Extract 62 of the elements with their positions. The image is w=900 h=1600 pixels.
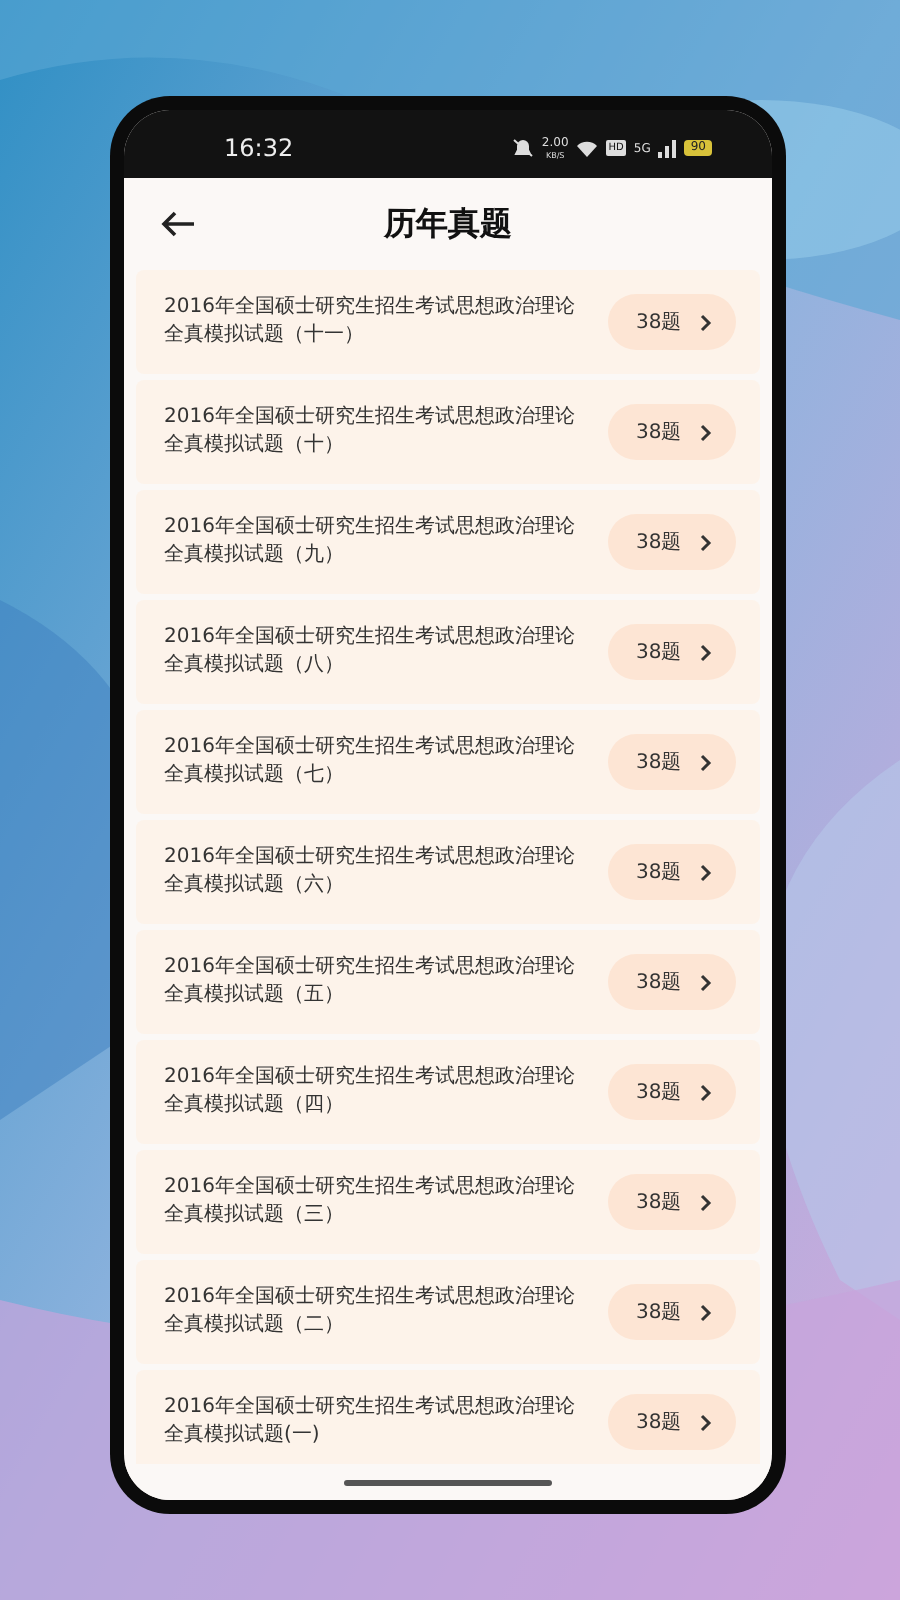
chevron-right-icon	[700, 1193, 712, 1211]
page-title: 历年真题	[384, 203, 512, 245]
paper-title: 2016年全国硕士研究生招生考试思想政治理论	[164, 404, 575, 432]
paper-title: 2016年全国硕士研究生招生考试思想政治理论	[164, 844, 575, 872]
paper-subtitle: 全真模拟试题（十）	[164, 432, 346, 460]
question-count-button[interactable]: 38题	[608, 1064, 736, 1120]
paper-row[interactable]: 2016年全国硕士研究生招生考试思想政治理论 全真模拟试题（三） 38题	[136, 1150, 760, 1254]
paper-row[interactable]: 2016年全国硕士研究生招生考试思想政治理论 全真模拟试题(一) 38题	[136, 1370, 760, 1464]
chevron-right-icon	[700, 753, 712, 771]
chevron-right-icon	[700, 533, 712, 551]
question-count-button[interactable]: 38题	[608, 954, 736, 1010]
paper-title: 2016年全国硕士研究生招生考试思想政治理论	[164, 1394, 575, 1422]
paper-subtitle: 全真模拟试题（二）	[164, 1312, 346, 1340]
chevron-right-icon	[700, 643, 712, 661]
signal-icon	[658, 139, 677, 157]
paper-title: 2016年全国硕士研究生招生考试思想政治理论	[164, 294, 575, 322]
paper-row[interactable]: 2016年全国硕士研究生招生考试思想政治理论 全真模拟试题（九） 38题	[136, 490, 760, 594]
back-arrow-icon[interactable]	[160, 210, 196, 238]
status-time: 16:32	[224, 134, 294, 162]
chevron-right-icon	[700, 1413, 712, 1431]
chevron-right-icon	[700, 1303, 712, 1321]
paper-subtitle: 全真模拟试题(一)	[164, 1422, 322, 1450]
paper-row[interactable]: 2016年全国硕士研究生招生考试思想政治理论 全真模拟试题（十一） 38题	[136, 270, 760, 374]
paper-subtitle: 全真模拟试题（九）	[164, 542, 346, 570]
chevron-right-icon	[700, 863, 712, 881]
question-count-button[interactable]: 38题	[608, 294, 736, 350]
paper-row[interactable]: 2016年全国硕士研究生招生考试思想政治理论 全真模拟试题（七） 38题	[136, 710, 760, 814]
paper-row[interactable]: 2016年全国硕士研究生招生考试思想政治理论 全真模拟试题（十） 38题	[136, 380, 760, 484]
paper-title: 2016年全国硕士研究生招生考试思想政治理论	[164, 734, 575, 762]
question-count-button[interactable]: 38题	[608, 734, 736, 790]
paper-subtitle: 全真模拟试题（四）	[164, 1092, 346, 1120]
mute-bell-icon	[511, 138, 534, 158]
chevron-right-icon	[700, 973, 712, 991]
paper-row[interactable]: 2016年全国硕士研究生招生考试思想政治理论 全真模拟试题（二） 38题	[136, 1260, 760, 1364]
paper-subtitle: 全真模拟试题（三）	[164, 1202, 346, 1230]
paper-title: 2016年全国硕士研究生招生考试思想政治理论	[164, 954, 575, 982]
paper-row[interactable]: 2016年全国硕士研究生招生考试思想政治理论 全真模拟试题（五） 38题	[136, 930, 760, 1034]
question-count-button[interactable]: 38题	[608, 624, 736, 680]
paper-title: 2016年全国硕士研究生招生考试思想政治理论	[164, 514, 575, 542]
paper-title: 2016年全国硕士研究生招生考试思想政治理论	[164, 1174, 575, 1202]
wifi-icon	[576, 139, 599, 157]
paper-title: 2016年全国硕士研究生招生考试思想政治理论	[164, 1284, 575, 1312]
paper-subtitle: 全真模拟试题（五）	[164, 982, 346, 1010]
paper-subtitle: 全真模拟试题（六）	[164, 872, 346, 900]
paper-subtitle: 全真模拟试题（七）	[164, 762, 346, 790]
question-count-button[interactable]: 38题	[608, 844, 736, 900]
question-count-button[interactable]: 38题	[608, 404, 736, 460]
paper-row[interactable]: 2016年全国硕士研究生招生考试思想政治理论 全真模拟试题（四） 38题	[136, 1040, 760, 1144]
paper-title: 2016年全国硕士研究生招生考试思想政治理论	[164, 1064, 575, 1092]
chevron-right-icon	[700, 423, 712, 441]
paper-row[interactable]: 2016年全国硕士研究生招生考试思想政治理论 全真模拟试题（六） 38题	[136, 820, 760, 924]
paper-subtitle: 全真模拟试题（八）	[164, 652, 346, 680]
question-count-button[interactable]: 38题	[608, 514, 736, 570]
question-count-button[interactable]: 38题	[608, 1174, 736, 1230]
paper-row[interactable]: 2016年全国硕士研究生招生考试思想政治理论 全真模拟试题（八） 38题	[136, 600, 760, 704]
chevron-right-icon	[700, 313, 712, 331]
chevron-right-icon	[700, 1083, 712, 1101]
paper-subtitle: 全真模拟试题（十一）	[164, 322, 366, 350]
home-indicator[interactable]	[344, 1479, 552, 1485]
question-count-button[interactable]: 38题	[608, 1394, 736, 1450]
paper-title: 2016年全国硕士研究生招生考试思想政治理论	[164, 624, 575, 652]
question-count-button[interactable]: 38题	[608, 1284, 736, 1340]
